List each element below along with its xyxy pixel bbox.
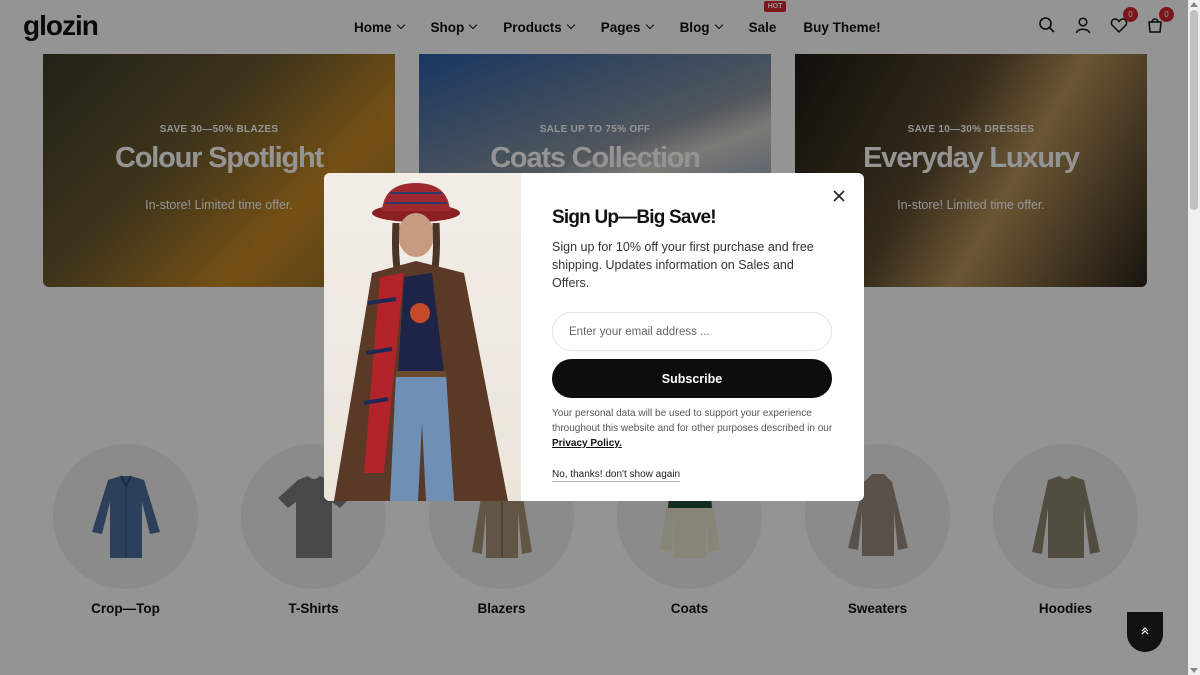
scroll-down-arrow-icon[interactable] bbox=[1190, 668, 1198, 673]
scroll-up-arrow-icon[interactable] bbox=[1190, 2, 1198, 7]
email-field[interactable] bbox=[552, 312, 832, 351]
popup-title: Sign Up—Big Save! bbox=[552, 207, 717, 228]
popup-content: Sign Up—Big Save! Sign up for 10% off yo… bbox=[521, 173, 864, 501]
scrollbar-thumb[interactable] bbox=[1190, 10, 1198, 210]
subscribe-button[interactable]: Subscribe bbox=[552, 359, 832, 398]
page-scrollbar[interactable] bbox=[1188, 0, 1200, 675]
newsletter-popup: Sign Up—Big Save! Sign up for 10% off yo… bbox=[324, 173, 864, 501]
popup-model-image bbox=[324, 173, 521, 501]
privacy-policy-link[interactable]: Privacy Policy. bbox=[552, 438, 622, 449]
close-icon[interactable] bbox=[831, 188, 847, 204]
privacy-notice: Your personal data will be used to suppo… bbox=[552, 406, 833, 451]
back-to-top-button[interactable] bbox=[1127, 612, 1163, 652]
dismiss-popup-link[interactable]: No, thanks! don't show again bbox=[552, 469, 681, 482]
privacy-text: Your personal data will be used to suppo… bbox=[552, 408, 833, 434]
popup-description: Sign up for 10% off your first purchase … bbox=[552, 240, 814, 290]
chevron-up-icon bbox=[1141, 627, 1149, 635]
